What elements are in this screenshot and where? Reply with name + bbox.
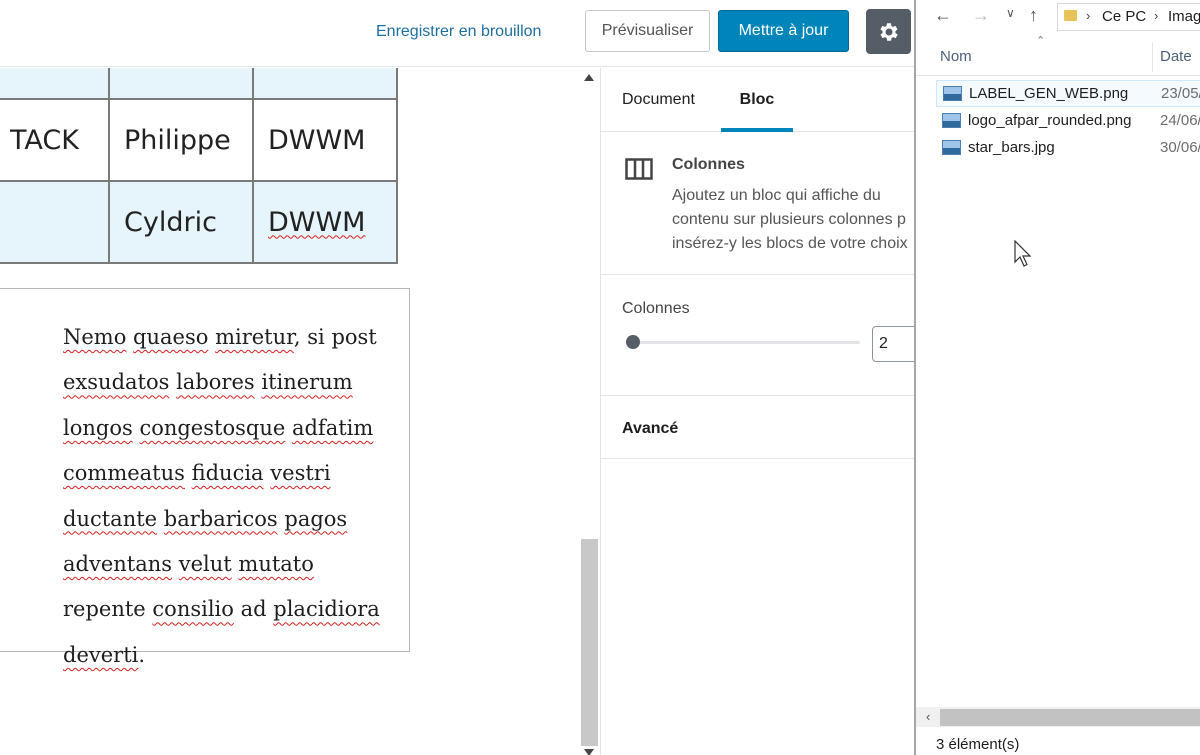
column-headers: ⌃ Nom Date [916,34,1200,76]
block-title: Colonnes [672,156,745,173]
back-arrow-icon[interactable]: ← [934,5,952,26]
table-cell[interactable] [252,68,398,100]
scroll-down-icon[interactable] [584,749,594,755]
scrollbar-thumb[interactable] [940,709,1200,726]
file-item[interactable]: LABEL_GEN_WEB.png 23/05/ [936,80,1200,107]
scrollbar-thumb[interactable] [581,539,598,746]
image-file-icon [942,113,961,128]
table-cell[interactable]: DWWM [252,180,398,264]
image-file-icon [942,140,961,155]
block-description-line: Ajoutez un bloc qui affiche du [672,187,881,204]
editor-header: Enregistrer en brouillon Prévisualiser M… [0,0,914,67]
tab-bloc[interactable]: Bloc [721,68,793,132]
table-cell[interactable] [0,68,110,100]
image-file-icon [943,86,962,101]
tab-document[interactable]: Document [622,68,695,132]
file-date: 24/06/ [1160,112,1200,129]
breadcrumb-item[interactable]: Ce PC [1102,8,1146,25]
explorer-navbar: ← → ∨ ↑ › Ce PC › Imag [916,0,1200,34]
settings-button[interactable] [866,9,911,54]
settings-sidebar: Document Bloc Colonnes Ajoutez un bloc q… [600,68,914,755]
scroll-up-icon[interactable] [584,74,594,81]
file-name: star_bars.jpg [968,139,1055,156]
file-item[interactable]: logo_afpar_rounded.png 24/06/ [936,108,1200,135]
block-description-line: insérez-y les blocs de votre choix [672,235,908,252]
columns-panel: Colonnes 2 [601,276,914,396]
table-row: Cyldric DWWM [0,180,398,264]
horizontal-scrollbar[interactable]: ‹ [916,707,1200,727]
column-header-date[interactable]: Date [1160,48,1192,65]
column-divider[interactable] [1152,42,1153,72]
file-name: LABEL_GEN_WEB.png [969,85,1129,102]
column-header-name[interactable]: Nom [940,48,972,65]
gear-icon [879,22,898,41]
file-explorer-window: ← → ∨ ↑ › Ce PC › Imag ⌃ Nom Date LABEL_… [914,0,1200,755]
chevron-down-icon[interactable]: ∨ [1006,6,1015,20]
scroll-left-icon[interactable]: ‹ [926,709,930,724]
forward-arrow-icon[interactable]: → [972,5,990,26]
table-row [0,68,398,100]
save-draft-button[interactable]: Enregistrer en brouillon [368,14,549,50]
table-cell[interactable]: Cyldric [108,180,254,264]
sort-caret-icon: ⌃ [1036,35,1046,47]
paragraph-text[interactable]: Nemo quaeso miretur, si post exsudatos l… [63,315,393,678]
columns-icon [625,158,653,180]
block-card: Colonnes Ajoutez un bloc qui affiche du … [601,132,914,275]
up-arrow-icon[interactable]: ↑ [1029,5,1038,26]
table-cell[interactable] [0,180,110,264]
address-bar[interactable]: › Ce PC › Imag [1057,3,1200,31]
columns-number-input[interactable]: 2 [872,326,914,362]
chevron-right-icon[interactable]: › [1154,8,1158,23]
chevron-right-icon[interactable]: › [1086,8,1090,23]
columns-label: Colonnes [622,300,690,317]
canvas-scrollbar[interactable] [580,68,599,755]
advanced-panel[interactable]: Avancé [601,396,914,459]
block-description-line: contenu sur plusieurs colonnes p [672,211,906,228]
table-row: TACK Philippe DWWM [0,98,398,182]
folder-icon [1064,10,1077,21]
sidebar-tabs: Document Bloc [601,68,914,132]
status-bar-text: 3 élément(s) [936,736,1020,753]
columns-slider-track[interactable] [627,341,860,344]
block-description: Ajoutez un bloc qui affiche du contenu s… [672,184,914,256]
data-table[interactable]: TACK Philippe DWWM Cyldric DWWM [0,68,398,264]
table-cell[interactable]: TACK [0,98,110,182]
file-date: 30/06/ [1160,139,1200,156]
table-cell[interactable] [108,68,254,100]
file-item[interactable]: star_bars.jpg 30/06/ [936,135,1200,162]
update-button[interactable]: Mettre à jour [718,10,849,52]
table-cell[interactable]: Philippe [108,98,254,182]
breadcrumb-item[interactable]: Imag [1168,8,1200,25]
paragraph-block[interactable]: Nemo quaeso miretur, si post exsudatos l… [0,288,410,667]
columns-slider-handle[interactable] [626,335,640,349]
preview-button[interactable]: Prévisualiser [585,10,710,52]
file-date: 23/05/ [1161,85,1200,102]
table-cell-text: DWWM [268,206,366,238]
editor-canvas[interactable]: TACK Philippe DWWM Cyldric DWWM Nemo qua… [0,68,580,755]
table-cell[interactable]: DWWM [252,98,398,182]
mouse-cursor-icon [1014,240,1032,267]
advanced-label: Avancé [622,420,679,437]
file-name: logo_afpar_rounded.png [968,112,1132,129]
